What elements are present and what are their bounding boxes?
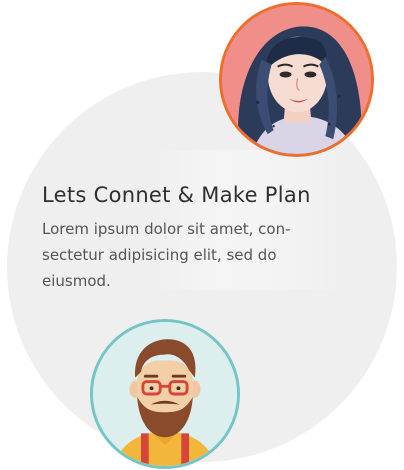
woman-portrait-icon	[222, 5, 371, 154]
card-content: Lets Connet & Make Plan Lorem ipsum dolo…	[42, 180, 362, 294]
plan-card: Lets Connet & Make Plan Lorem ipsum dolo…	[0, 0, 404, 470]
woman-avatar	[219, 2, 374, 157]
card-description: Lorem ipsum dolor sit amet, con- sectetu…	[42, 220, 291, 290]
bearded-man-icon	[93, 322, 237, 466]
man-avatar	[90, 319, 240, 469]
card-title: Lets Connet & Make Plan	[42, 183, 311, 207]
